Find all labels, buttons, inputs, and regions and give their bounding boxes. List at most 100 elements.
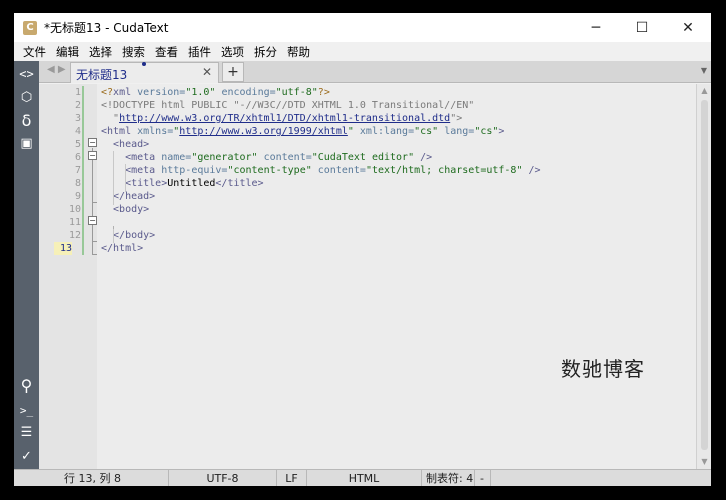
vertical-scrollbar[interactable]: ▲ ▼ [696,84,711,469]
code-token: </title> [215,178,264,189]
output-icon[interactable]: ☰ [14,421,39,443]
line-number: 10 [68,204,81,215]
menu-select[interactable]: 选择 [84,44,117,60]
menu-split[interactable]: 拆分 [249,44,282,60]
code-line[interactable]: <html xmlns="http://www.w3.org/1999/xhtm… [101,125,504,138]
modified-marker [142,62,146,66]
code-line[interactable]: </html> [101,242,143,255]
code-token: encoding= [215,87,276,98]
cudatext-logo-icon: C [23,20,37,35]
tab-scroll-right-icon[interactable]: ▶ [58,64,66,75]
tab-scroll-left-icon[interactable]: ◀ [47,64,55,75]
menu-help[interactable]: 帮助 [282,44,315,60]
status-lexer[interactable]: HTML [307,469,422,486]
scrollbar-thumb[interactable] [701,100,708,450]
window-title: *无标题13 - CudaText [44,21,169,35]
code-token: <meta [101,152,162,163]
menu-bar: 文件 编辑 选择 搜索 查看 插件 选项 拆分 帮助 [14,42,711,61]
search-icon[interactable]: ⚲ [14,374,39,396]
menu-search[interactable]: 搜索 [117,44,150,60]
code-token: "utf-8" [275,87,318,98]
menu-plugins[interactable]: 插件 [183,44,216,60]
fold-toggle-body[interactable]: − [88,216,97,225]
tabs-panel-icon[interactable]: ▣ [14,132,39,154]
change-marker [82,164,84,177]
code-token: "1.0" [185,87,216,98]
code-token: <? [101,87,114,98]
code-token: /> [522,165,541,176]
code-token: "content-type" [227,165,312,176]
code-token: "cs" [474,126,499,137]
code-token: http://www.w3.org/TR/xhtml1/DTD/xhtml1-t… [119,113,451,124]
code-token: </body> [101,230,156,241]
tab-scroll-arrows[interactable]: ◀ ▶ [47,64,66,75]
minimize-button[interactable]: ─ [573,13,619,42]
line-number: 9 [74,191,81,202]
fold-end-html [92,254,97,255]
maximize-button[interactable]: ☐ [619,13,665,42]
code-token: <head> [101,139,150,150]
code-token: "> [450,113,463,124]
console-icon[interactable]: >_ [14,399,39,421]
project-icon[interactable]: ⬡ [14,86,39,108]
scroll-down-icon[interactable]: ▼ [697,455,711,469]
menu-edit[interactable]: 编辑 [51,44,84,60]
code-line[interactable]: <!DOCTYPE html PUBLIC "-//W3C//DTD XHTML… [101,99,474,112]
status-caret-position[interactable]: 行 13, 列 8 [14,469,169,486]
code-line[interactable]: <body> [101,203,149,216]
sidebar-toolbar: <> ⬡ δ ▣ ⚲ >_ ☰ ✓ [14,61,39,469]
code-token: </html> [101,243,144,254]
status-tab-size[interactable]: 制表符: 4 [422,469,475,486]
code-token: "text/html; charset=utf-8" [365,165,523,176]
code-line[interactable]: <?xml version="1.0" encoding="utf-8"?> [101,86,330,99]
scroll-up-icon[interactable]: ▲ [697,84,711,98]
code-token: "generator" [191,152,258,163]
tab-close-icon[interactable]: ✕ [202,65,212,79]
fold-toggle-html[interactable]: − [88,138,97,147]
code-line[interactable]: </head> [101,190,155,203]
close-button[interactable]: ✕ [665,13,711,42]
code-token: </head> [101,191,156,202]
code-line[interactable]: </body> [101,229,155,242]
code-token: <body> [101,204,150,215]
line-number: 12 [68,230,81,241]
tab-bar: ◀ ▶ 无标题13 ✕ + ▼ [39,61,711,83]
change-marker [82,125,84,138]
line-number: 5 [74,139,81,150]
line-number: 13 [54,242,72,255]
code-tree-icon[interactable]: <> [14,63,39,85]
snippets-icon[interactable]: δ [14,109,39,131]
fold-toggle-head[interactable]: − [88,151,97,160]
gutter: 1 2 3 4 5 6 7 8 9 10 11 12 13 − − − [39,84,97,469]
menu-options[interactable]: 选项 [216,44,249,60]
status-line-ending[interactable]: LF [277,469,307,486]
code-line[interactable]: <meta name="generator" content="CudaText… [101,151,432,164]
change-marker [82,190,84,203]
editor-area[interactable]: 1 2 3 4 5 6 7 8 9 10 11 12 13 − − − <?xml version="1… [39,84,711,469]
tab-untitled[interactable]: 无标题13 ✕ [70,62,219,83]
line-number: 6 [74,152,81,163]
validate-icon[interactable]: ✓ [14,445,39,467]
new-tab-button[interactable]: + [222,62,244,82]
code-token: http://www.w3.org/1999/xhtml [179,126,348,137]
menu-view[interactable]: 查看 [150,44,183,60]
code-line[interactable]: "http://www.w3.org/TR/xhtml1/DTD/xhtml1-… [101,112,462,125]
code-token: " [101,113,120,124]
code-token: <title> [101,178,168,189]
code-token: content= [257,152,312,163]
line-number: 11 [68,217,81,228]
code-line[interactable]: <meta http-equiv="content-type" content=… [101,164,541,177]
code-token: <!DOCTYPE html PUBLIC "-//W3C//DTD XHTML… [101,100,475,111]
change-marker [82,151,84,164]
status-bar: 行 13, 列 8 UTF-8 LF HTML 制表符: 4 - [14,469,711,486]
change-marker [82,99,84,112]
status-encoding[interactable]: UTF-8 [169,469,277,486]
line-number: 1 [74,87,81,98]
line-number: 8 [74,178,81,189]
menu-file[interactable]: 文件 [18,44,51,60]
code-line[interactable]: <head> [101,138,149,151]
change-marker [82,86,84,99]
indent-guide [125,164,126,192]
fold-end-body [92,241,97,242]
tab-menu-icon[interactable]: ▼ [701,66,707,75]
